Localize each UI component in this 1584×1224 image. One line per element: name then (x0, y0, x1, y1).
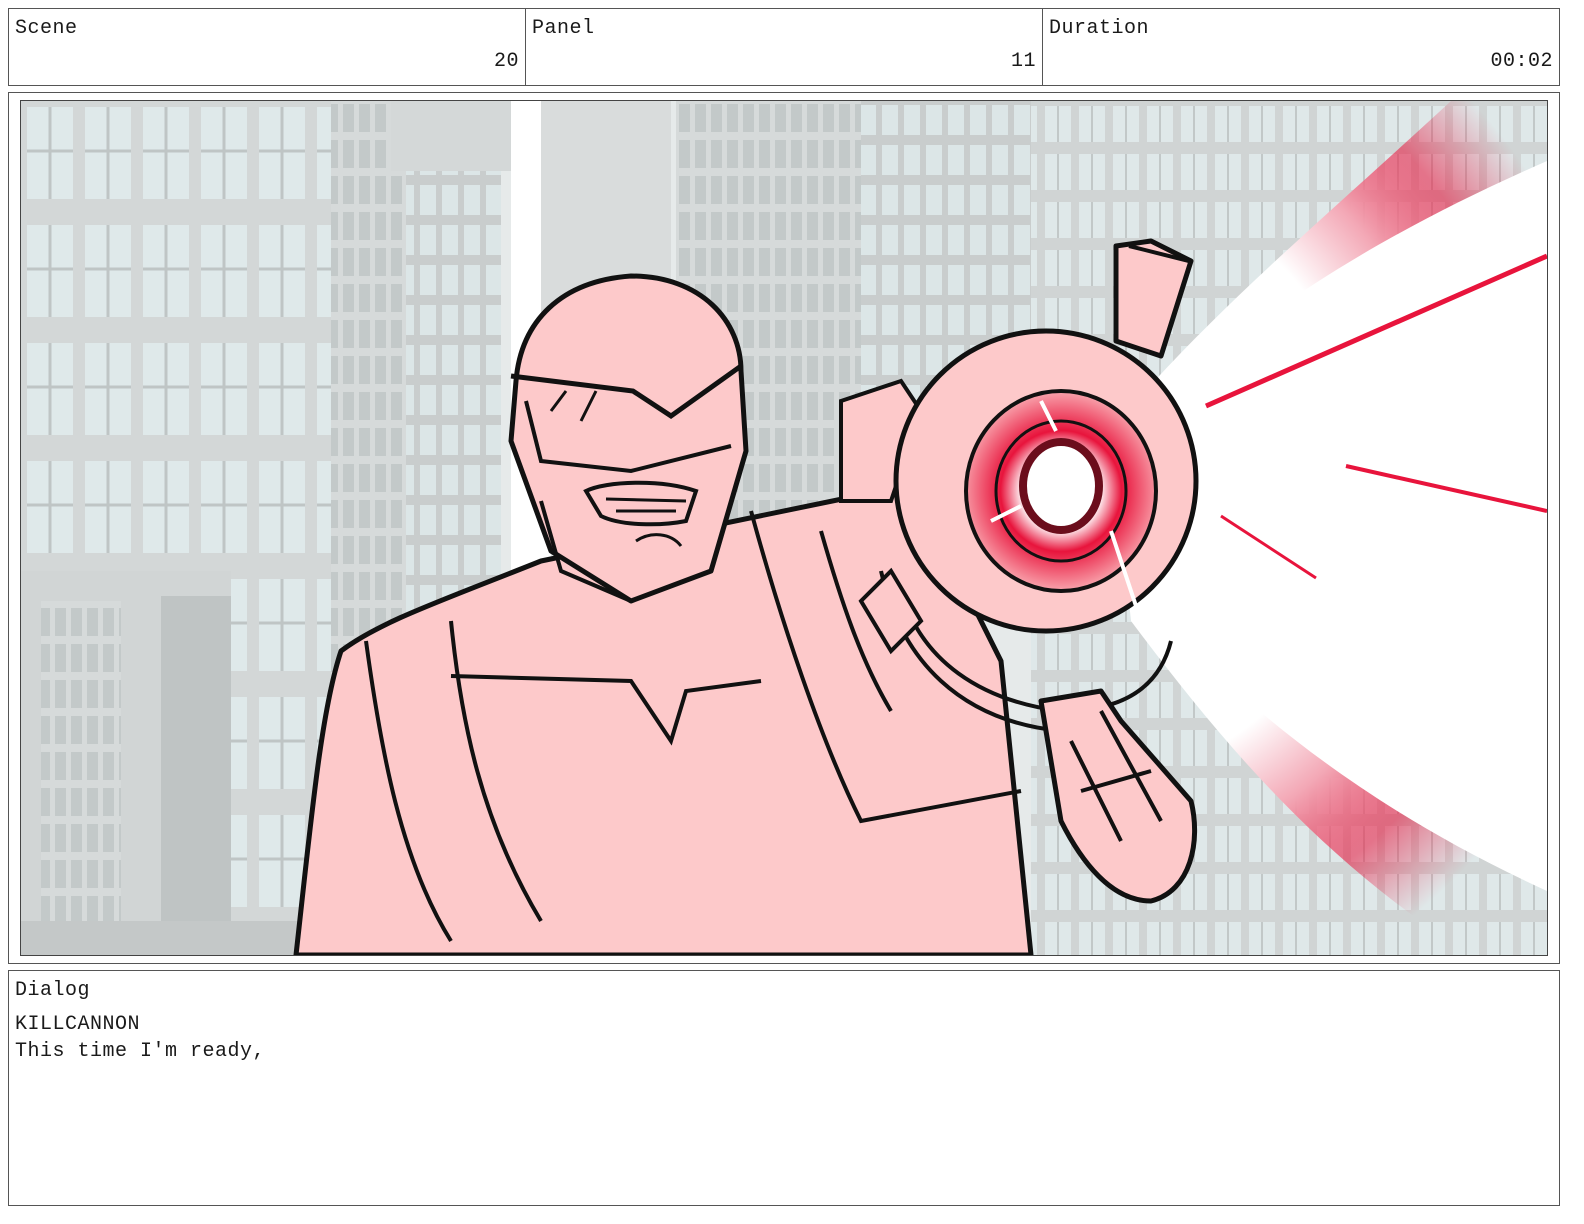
artwork-svg (21, 101, 1547, 955)
scene-label: Scene (15, 17, 78, 40)
dialog-speaker: KILLCANNON (15, 1013, 141, 1036)
panel-number: 11 (1010, 50, 1036, 73)
dialog-line: This time I'm ready, (15, 1040, 266, 1063)
duration-cell: Duration 00:02 (1043, 9, 1559, 85)
duration-value: 00:02 (1490, 50, 1553, 73)
duration-label: Duration (1049, 17, 1150, 40)
dialog-label: Dialog (15, 979, 91, 1002)
panel-label: Panel (532, 17, 595, 40)
dialog-box: Dialog KILLCANNON This time I'm ready, (8, 970, 1560, 1206)
storyboard-panel-frame (8, 92, 1560, 964)
scene-number: 20 (493, 50, 519, 73)
panel-cell: Panel 11 (526, 9, 1043, 85)
panel-header: Scene 20 Panel 11 Duration 00:02 (8, 8, 1560, 86)
storyboard-artwork (20, 100, 1548, 956)
scene-cell: Scene 20 (9, 9, 526, 85)
